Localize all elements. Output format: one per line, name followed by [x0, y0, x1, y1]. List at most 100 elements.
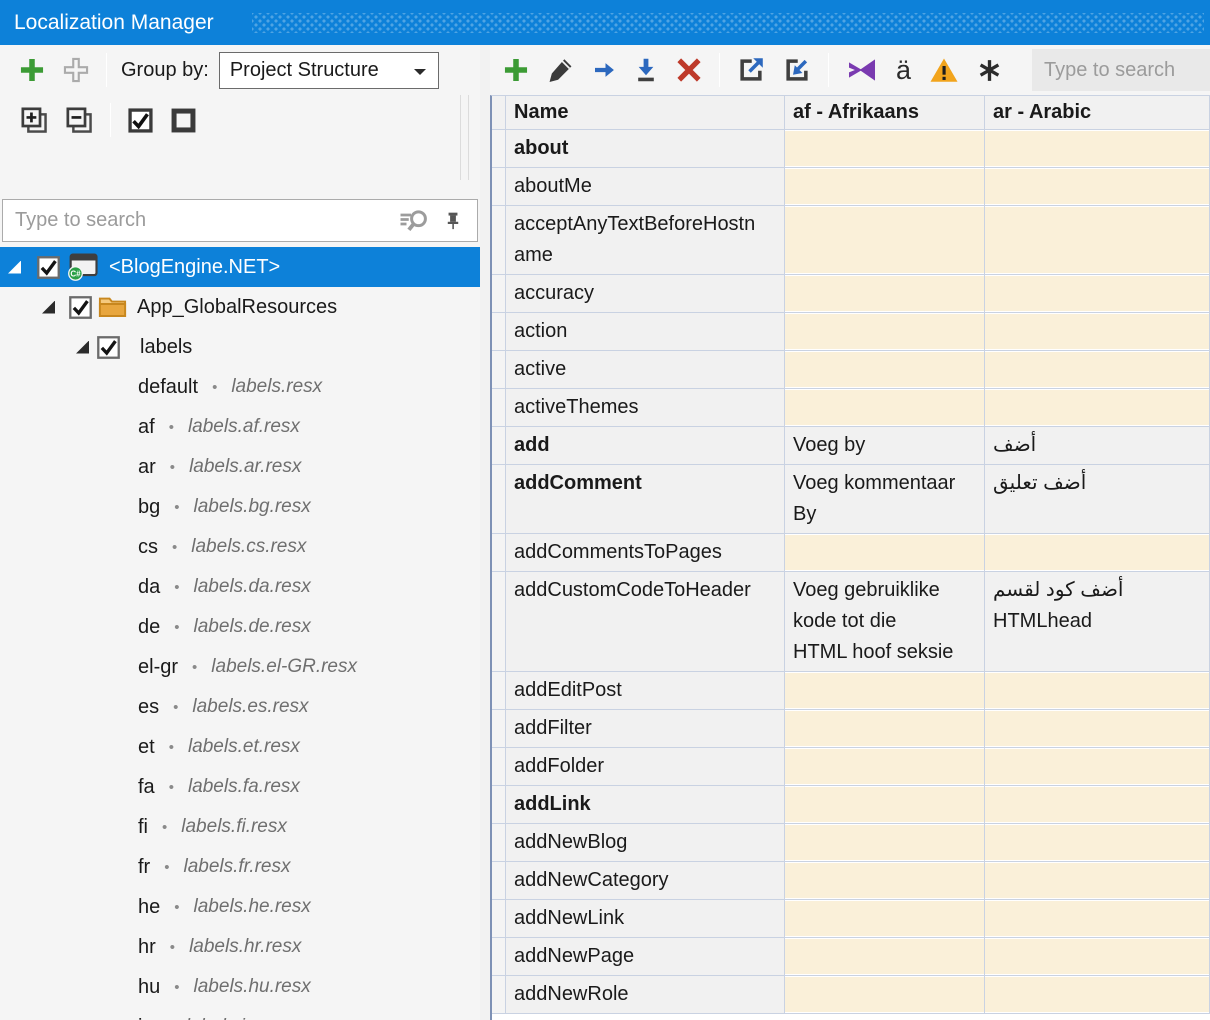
- key-cell[interactable]: about: [506, 130, 785, 167]
- column-header-arabic[interactable]: ar - Arabic: [985, 96, 1210, 129]
- row-header-cell[interactable]: [492, 275, 506, 312]
- afrikaans-value-cell[interactable]: [785, 672, 985, 709]
- key-cell[interactable]: aboutMe: [506, 168, 785, 205]
- key-cell[interactable]: active: [506, 351, 785, 388]
- uncheck-all-button[interactable]: [169, 106, 198, 135]
- key-cell[interactable]: addLink: [506, 786, 785, 823]
- tree-node-resource-file[interactable]: hu • labels.hu.resx: [0, 967, 480, 1007]
- row-header-cell[interactable]: [492, 710, 506, 747]
- add-language-button[interactable]: [17, 55, 47, 85]
- tree-node-resource-file[interactable]: af • labels.af.resx: [0, 407, 480, 447]
- warnings-filter-button[interactable]: [927, 55, 961, 86]
- afrikaans-value-cell[interactable]: [785, 824, 985, 861]
- arabic-value-cell[interactable]: [985, 938, 1210, 975]
- arabic-value-cell[interactable]: [985, 130, 1210, 167]
- key-cell[interactable]: addEditPost: [506, 672, 785, 709]
- row-header-cell[interactable]: [492, 862, 506, 899]
- key-cell[interactable]: acceptAnyTextBeforeHostname: [506, 206, 785, 274]
- import-button[interactable]: [781, 54, 813, 86]
- add-disabled-button[interactable]: [61, 55, 91, 85]
- arabic-value-cell[interactable]: [985, 534, 1210, 571]
- column-header-name[interactable]: Name: [506, 96, 785, 129]
- row-header-cell[interactable]: [492, 534, 506, 571]
- tree-node-resource-file[interactable]: es • labels.es.resx: [0, 687, 480, 727]
- collapse-all-button[interactable]: [64, 105, 95, 136]
- afrikaans-value-cell[interactable]: Voeg kommentaar By: [785, 465, 985, 533]
- arabic-value-cell[interactable]: [985, 900, 1210, 937]
- tree-node-resource-file[interactable]: bg • labels.bg.resx: [0, 487, 480, 527]
- arabic-value-cell[interactable]: [985, 672, 1210, 709]
- expanded-triangle-icon[interactable]: [76, 341, 89, 354]
- filter-search-icon[interactable]: [397, 206, 431, 236]
- tree-node-group[interactable]: labels: [0, 327, 480, 367]
- afrikaans-value-cell[interactable]: [785, 275, 985, 312]
- row-header-cell[interactable]: [492, 976, 506, 1013]
- arabic-value-cell[interactable]: [985, 313, 1210, 350]
- tree-node-resource-file[interactable]: fi • labels.fi.resx: [0, 807, 480, 847]
- expand-all-button[interactable]: [19, 105, 50, 136]
- grid-search-box[interactable]: [1032, 49, 1210, 91]
- row-header-cell[interactable]: [492, 938, 506, 975]
- tree-node-resource-file[interactable]: et • labels.et.resx: [0, 727, 480, 767]
- expanded-triangle-icon[interactable]: [42, 301, 55, 314]
- row-header-cell[interactable]: [492, 168, 506, 205]
- key-cell[interactable]: add: [506, 427, 785, 464]
- download-button[interactable]: [632, 55, 660, 85]
- afrikaans-value-cell[interactable]: [785, 168, 985, 205]
- key-cell[interactable]: activeThemes: [506, 389, 785, 426]
- key-cell[interactable]: addCustomCodeToHeader: [506, 572, 785, 671]
- row-header-cell[interactable]: [492, 130, 506, 167]
- row-header-cell[interactable]: [492, 465, 506, 533]
- tree-node-resource-file[interactable]: el-gr • labels.el-GR.resx: [0, 647, 480, 687]
- column-header-afrikaans[interactable]: af - Afrikaans: [785, 96, 985, 129]
- tree-node-resource-file[interactable]: fa • labels.fa.resx: [0, 767, 480, 807]
- tree-search-box[interactable]: [2, 199, 478, 242]
- afrikaans-value-cell[interactable]: [785, 313, 985, 350]
- tree-node-folder[interactable]: App_GlobalResources: [0, 287, 480, 327]
- row-header-cell[interactable]: [492, 389, 506, 426]
- visual-studio-button[interactable]: [844, 55, 880, 85]
- afrikaans-value-cell[interactable]: [785, 351, 985, 388]
- afrikaans-value-cell[interactable]: [785, 786, 985, 823]
- tree-node-resource-file[interactable]: da • labels.da.resx: [0, 567, 480, 607]
- afrikaans-value-cell[interactable]: [785, 976, 985, 1013]
- grid-search-input[interactable]: [1032, 58, 1210, 83]
- check-all-button[interactable]: [126, 106, 155, 135]
- row-header-cell[interactable]: [492, 824, 506, 861]
- tree-node-resource-file[interactable]: de • labels.de.resx: [0, 607, 480, 647]
- key-cell[interactable]: addNewPage: [506, 938, 785, 975]
- tree-node-resource-file[interactable]: ar • labels.ar.resx: [0, 447, 480, 487]
- tree-search-input[interactable]: [13, 208, 391, 233]
- row-header-cell[interactable]: [492, 786, 506, 823]
- group-checkbox[interactable]: [97, 336, 120, 359]
- tree-node-resource-file[interactable]: fr • labels.fr.resx: [0, 847, 480, 887]
- arabic-value-cell[interactable]: [985, 351, 1210, 388]
- tool-window-titlebar[interactable]: Localization Manager: [0, 0, 1210, 45]
- delete-entry-button[interactable]: [674, 55, 704, 85]
- tree-node-resource-file[interactable]: cs • labels.cs.resx: [0, 527, 480, 567]
- key-cell[interactable]: addNewCategory: [506, 862, 785, 899]
- key-cell[interactable]: addComment: [506, 465, 785, 533]
- edit-entry-button[interactable]: [545, 55, 576, 86]
- row-header-cell[interactable]: [492, 206, 506, 274]
- tree-node-resource-file[interactable]: hr • labels.hr.resx: [0, 927, 480, 967]
- arabic-value-cell[interactable]: [985, 389, 1210, 426]
- key-cell[interactable]: action: [506, 313, 785, 350]
- export-button[interactable]: [735, 54, 767, 86]
- key-cell[interactable]: addCommentsToPages: [506, 534, 785, 571]
- arabic-value-cell[interactable]: [985, 710, 1210, 747]
- tree-node-resource-file[interactable]: default • labels.resx: [0, 367, 480, 407]
- row-header-cell[interactable]: [492, 351, 506, 388]
- pin-icon[interactable]: [441, 207, 465, 235]
- row-header-cell[interactable]: [492, 672, 506, 709]
- tree-node-project[interactable]: C# <BlogEngine.NET>: [0, 247, 480, 287]
- row-header-cell[interactable]: [492, 427, 506, 464]
- invariant-filter-button[interactable]: [975, 56, 1004, 85]
- afrikaans-value-cell[interactable]: [785, 710, 985, 747]
- arabic-value-cell[interactable]: [985, 168, 1210, 205]
- move-entry-button[interactable]: [590, 56, 618, 84]
- afrikaans-value-cell[interactable]: Voeg gebruiklike kode tot die HTML hoof …: [785, 572, 985, 671]
- key-cell[interactable]: addNewRole: [506, 976, 785, 1013]
- arabic-value-cell[interactable]: أضف: [985, 427, 1210, 464]
- tree-node-resource-file[interactable]: he • labels.he.resx: [0, 887, 480, 927]
